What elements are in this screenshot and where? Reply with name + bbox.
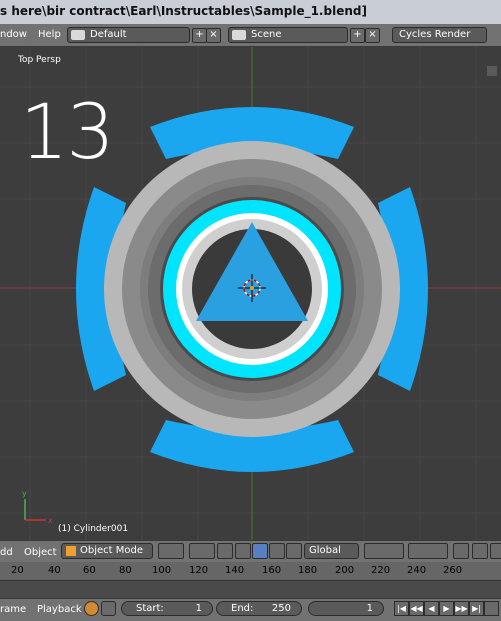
mode-select[interactable]: Object Mode — [61, 543, 153, 559]
frame-number-overlay: 13 — [20, 87, 115, 176]
end-value: 250 — [271, 603, 291, 614]
add-layout-button[interactable]: + — [192, 28, 207, 43]
play-reverse-icon[interactable]: ◀ — [424, 601, 439, 616]
mode-value: Object Mode — [80, 545, 143, 556]
manipulator-mode-icon[interactable] — [286, 543, 302, 559]
rotate-icon[interactable] — [252, 543, 268, 559]
tick-label: 80 — [119, 565, 132, 576]
snap-icon[interactable] — [490, 543, 501, 559]
record-icon[interactable] — [84, 601, 99, 616]
svg-text:x: x — [48, 516, 53, 525]
view-label: Top Persp — [18, 55, 61, 65]
layer-buttons-right[interactable] — [408, 543, 448, 559]
start-frame-field[interactable]: Start: 1 — [121, 601, 213, 616]
remove-layout-button[interactable]: × — [206, 28, 221, 43]
prev-keyframe-icon[interactable]: ◀◀ — [409, 601, 424, 616]
current-frame-value: 1 — [366, 603, 373, 614]
tick-label: 60 — [83, 565, 96, 576]
tick-label: 140 — [225, 565, 245, 576]
tick-label: 260 — [443, 565, 463, 576]
sync-icon[interactable] — [484, 601, 499, 616]
playback-menu[interactable]: Playback — [37, 604, 82, 615]
render-preview-icon[interactable] — [472, 543, 488, 559]
object-mode-icon — [66, 546, 76, 556]
orientation-select[interactable]: Global — [304, 543, 359, 559]
active-object-label: (1) Cylinder001 — [58, 524, 129, 534]
add-scene-button[interactable]: + — [350, 28, 365, 43]
tick-label: 160 — [262, 565, 282, 576]
scene-select[interactable]: Scene — [228, 27, 348, 43]
timeline-track[interactable] — [0, 581, 501, 598]
add-menu[interactable]: dd — [0, 547, 13, 558]
axis-gizmo: y x — [22, 489, 53, 525]
window-title-bar: s here\bir contract\Earl\Instructables\S… — [0, 0, 501, 25]
tick-label: 100 — [152, 565, 172, 576]
layer-buttons-left[interactable] — [364, 543, 404, 559]
scale-icon[interactable] — [269, 543, 285, 559]
jump-start-icon[interactable]: |◀ — [394, 601, 409, 616]
layout-select[interactable]: Default — [67, 27, 190, 43]
scene-icon — [232, 30, 246, 40]
tick-label: 180 — [298, 565, 318, 576]
remove-scene-button[interactable]: × — [365, 28, 380, 43]
frame-menu[interactable]: rame — [0, 604, 26, 615]
pivot-select[interactable] — [189, 543, 215, 559]
jump-end-icon[interactable]: ▶| — [469, 601, 484, 616]
window-title: s here\bir contract\Earl\Instructables\S… — [0, 4, 367, 18]
tick-label: 220 — [371, 565, 391, 576]
orientation-value: Global — [309, 545, 341, 556]
window-menu[interactable]: ndow — [0, 29, 27, 40]
end-label: End: — [231, 603, 254, 614]
manipulator-toggle[interactable] — [217, 543, 233, 559]
tick-label: 40 — [48, 565, 61, 576]
svg-text:y: y — [22, 489, 27, 498]
object-menu[interactable]: Object — [24, 547, 57, 558]
lock-layer-icon[interactable] — [453, 543, 469, 559]
current-frame-field[interactable]: 1 — [308, 601, 384, 616]
tick-label: 200 — [335, 565, 355, 576]
start-label: Start: — [136, 603, 164, 614]
timeline-ruler: 20 40 60 80 100 120 140 160 180 200 220 … — [0, 562, 501, 581]
properties-toggle — [487, 66, 497, 76]
timeline[interactable]: 20 40 60 80 100 120 140 160 180 200 220 … — [0, 562, 501, 598]
render-engine-select[interactable]: Cycles Render — [392, 27, 487, 43]
shading-select[interactable] — [158, 543, 184, 559]
help-menu[interactable]: Help — [38, 29, 61, 40]
render-engine-value: Cycles Render — [399, 29, 471, 40]
tick-label: 240 — [407, 565, 427, 576]
lock-icon[interactable] — [101, 601, 116, 616]
next-keyframe-icon[interactable]: ▶▶ — [454, 601, 469, 616]
start-value: 1 — [195, 603, 202, 614]
tick-label: 20 — [11, 565, 24, 576]
play-icon[interactable]: ▶ — [439, 601, 454, 616]
end-frame-field[interactable]: End: 250 — [216, 601, 302, 616]
layout-value: Default — [90, 29, 127, 40]
tick-label: 120 — [189, 565, 209, 576]
translate-icon[interactable] — [235, 543, 251, 559]
3d-viewport[interactable]: y x Top Persp 13 (1) Cylinder001 — [0, 47, 501, 540]
layout-icon — [71, 30, 85, 40]
scene-value: Scene — [251, 29, 282, 40]
